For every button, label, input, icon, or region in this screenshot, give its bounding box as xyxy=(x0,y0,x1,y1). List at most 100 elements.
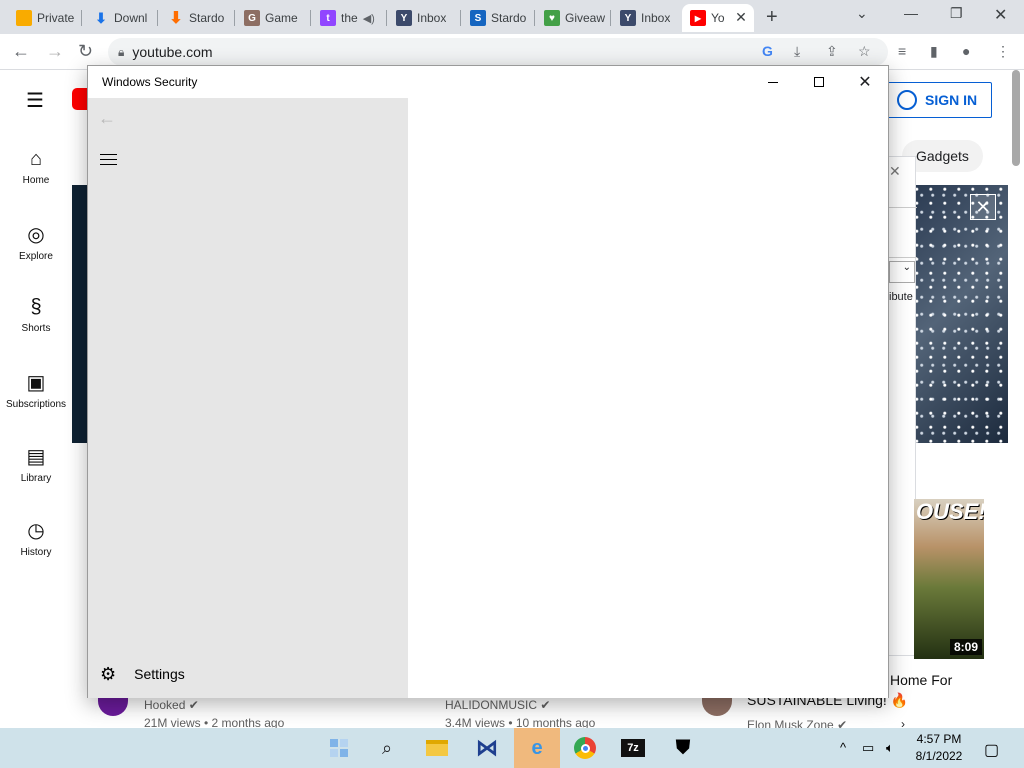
video-title-line[interactable]: Home For xyxy=(890,672,952,688)
maximize-button[interactable] xyxy=(796,66,842,98)
7zip-icon: 7z xyxy=(621,739,645,757)
side-panel-icon[interactable]: ▮ xyxy=(930,43,938,60)
minimize-button[interactable] xyxy=(750,66,796,98)
tab-game[interactable]: G Game xyxy=(236,4,308,32)
download-icon: ⬇ xyxy=(95,9,107,26)
tab-stardock-2[interactable]: S Stardo xyxy=(462,4,532,32)
windows-security-taskbar-button[interactable]: ⛊ xyxy=(660,728,706,768)
tab-separator xyxy=(81,10,82,26)
close-window-icon[interactable]: ✕ xyxy=(994,5,1007,25)
new-tab-icon[interactable]: + xyxy=(766,6,778,29)
tab-separator xyxy=(310,10,311,26)
file-explorer-icon xyxy=(426,740,448,756)
sidebar-item-home[interactable]: ⌂ Home xyxy=(0,148,72,186)
internet-explorer-icon: e xyxy=(531,736,543,759)
visual-studio-button[interactable]: ⋈ xyxy=(464,728,510,768)
sidebar-item-library[interactable]: ▤ Library xyxy=(0,444,72,484)
file-explorer-button[interactable] xyxy=(414,728,460,768)
dropdown-select[interactable]: ⌄ xyxy=(889,261,915,283)
page-scrollbar[interactable] xyxy=(1012,70,1020,166)
maximize-icon xyxy=(814,77,824,87)
sign-in-button[interactable]: SIGN IN xyxy=(884,82,992,118)
reload-icon[interactable]: ↻ xyxy=(78,41,93,62)
chrome-button[interactable] xyxy=(562,728,608,768)
close-icon[interactable]: ✕ xyxy=(889,163,901,180)
hamburger-menu-icon[interactable]: ☰ xyxy=(26,88,44,113)
search-icon: ⌕ xyxy=(381,737,393,758)
window-titlebar[interactable]: Windows Security ✕ xyxy=(88,66,888,98)
video-channel-name[interactable]: HALIDONMUSIC ✔ xyxy=(445,698,550,712)
search-button[interactable]: ⌕ xyxy=(364,728,410,768)
install-icon[interactable]: ⤓ xyxy=(794,43,800,60)
navigation-pane: ← ⚙ Settings xyxy=(88,98,408,698)
close-button[interactable]: ✕ xyxy=(842,66,888,98)
tab-inbox-2[interactable]: Y Inbox xyxy=(612,4,682,32)
banner-ad-image xyxy=(914,185,1008,443)
tab-twitch[interactable]: t the ◀) xyxy=(312,4,384,32)
tab-separator xyxy=(234,10,235,26)
task-view-button[interactable] xyxy=(316,728,362,768)
yahoo-mail-icon: Y xyxy=(396,10,412,26)
channel-avatar[interactable] xyxy=(98,698,128,716)
window-title: Windows Security xyxy=(102,75,198,89)
profile-icon[interactable]: ● xyxy=(962,43,970,59)
close-icon: ✕ xyxy=(858,74,872,91)
tab-private[interactable]: Private xyxy=(8,4,78,32)
video-channel-name[interactable]: Hooked ✔ xyxy=(144,698,199,712)
nav-item-settings[interactable]: ⚙ Settings xyxy=(88,654,408,694)
video-thumbnail[interactable]: OUSE! 8:09 xyxy=(914,499,984,659)
show-hidden-icons-icon[interactable]: ^ xyxy=(840,740,846,755)
gear-icon: ⚙ xyxy=(100,663,117,684)
chevron-down-icon[interactable]: ⌄ xyxy=(856,5,868,22)
yahoo-mail-icon: Y xyxy=(620,10,636,26)
speaker-icon[interactable]: ◀) xyxy=(363,12,375,25)
giveaway-icon: ♥ xyxy=(544,10,560,26)
channel-avatar[interactable] xyxy=(702,698,732,716)
home-icon: ⌂ xyxy=(29,148,43,170)
sidebar-item-explore[interactable]: ◎ Explore xyxy=(0,222,72,262)
sidebar-item-history[interactable]: ◷ History xyxy=(0,518,72,558)
notification-center-icon[interactable]: ▢ xyxy=(984,740,999,760)
network-icon[interactable]: ▭ xyxy=(862,740,874,756)
tab-separator xyxy=(610,10,611,26)
google-lens-icon[interactable]: G xyxy=(762,43,773,59)
hamburger-menu-icon[interactable] xyxy=(100,154,117,166)
youtube-icon: ▶ xyxy=(690,10,706,26)
restore-icon[interactable]: ❐ xyxy=(950,5,963,22)
content-pane xyxy=(408,98,888,698)
browser-tab-strip: Private ⬇ Downl ⬇ Stardo G Game t the ◀)… xyxy=(0,0,1024,34)
partial-label: ibute xyxy=(889,291,913,303)
share-icon[interactable]: ⇪ xyxy=(826,43,838,60)
minimize-icon xyxy=(768,81,778,83)
system-clock[interactable]: 4:57 PM 8/1/2022 xyxy=(910,731,968,765)
stardock-arrow-icon: ⬇ xyxy=(169,10,183,27)
back-arrow-icon[interactable]: ← xyxy=(98,108,116,129)
back-icon[interactable]: ← xyxy=(12,41,30,62)
history-icon: ◷ xyxy=(27,520,45,542)
7zip-button[interactable]: 7z xyxy=(610,728,656,768)
game-icon: G xyxy=(244,10,260,26)
thumbnail-text: OUSE! xyxy=(916,499,984,524)
sidebar-item-shorts[interactable]: § Shorts xyxy=(0,296,72,334)
minimize-icon[interactable]: — xyxy=(904,5,918,21)
tab-stardock-1[interactable]: ⬇ Stardo xyxy=(160,4,232,32)
forward-icon[interactable]: → xyxy=(46,41,64,62)
tab-inbox-1[interactable]: Y Inbox xyxy=(388,4,458,32)
partial-popup-panel: ✕ ⌄ ibute › xyxy=(888,156,917,731)
sidebar-item-subscriptions[interactable]: ▣ Subscriptions xyxy=(0,370,72,410)
divider xyxy=(889,207,917,208)
media-control-icon[interactable]: ≡ xyxy=(898,43,906,59)
more-menu-icon[interactable]: ⋮ xyxy=(996,43,1010,60)
tab-separator xyxy=(386,10,387,26)
internet-explorer-button[interactable]: e xyxy=(514,728,560,768)
close-tab-icon[interactable]: ✕ xyxy=(733,9,749,25)
tab-downloads[interactable]: ⬇ Downl xyxy=(85,4,155,32)
close-banner-icon[interactable]: ✕ xyxy=(970,194,996,220)
tab-giveaway[interactable]: ♥ Giveaw xyxy=(536,4,608,32)
volume-icon[interactable]: 🔈︎ xyxy=(886,740,894,756)
windows-security-window: Windows Security ✕ ← ⚙ Settings xyxy=(87,65,889,698)
bookmark-star-icon[interactable]: ☆ xyxy=(858,43,871,60)
lock-icon: 🔒︎ xyxy=(118,44,125,59)
url-text: youtube.com xyxy=(132,44,213,60)
tab-separator xyxy=(460,10,461,26)
